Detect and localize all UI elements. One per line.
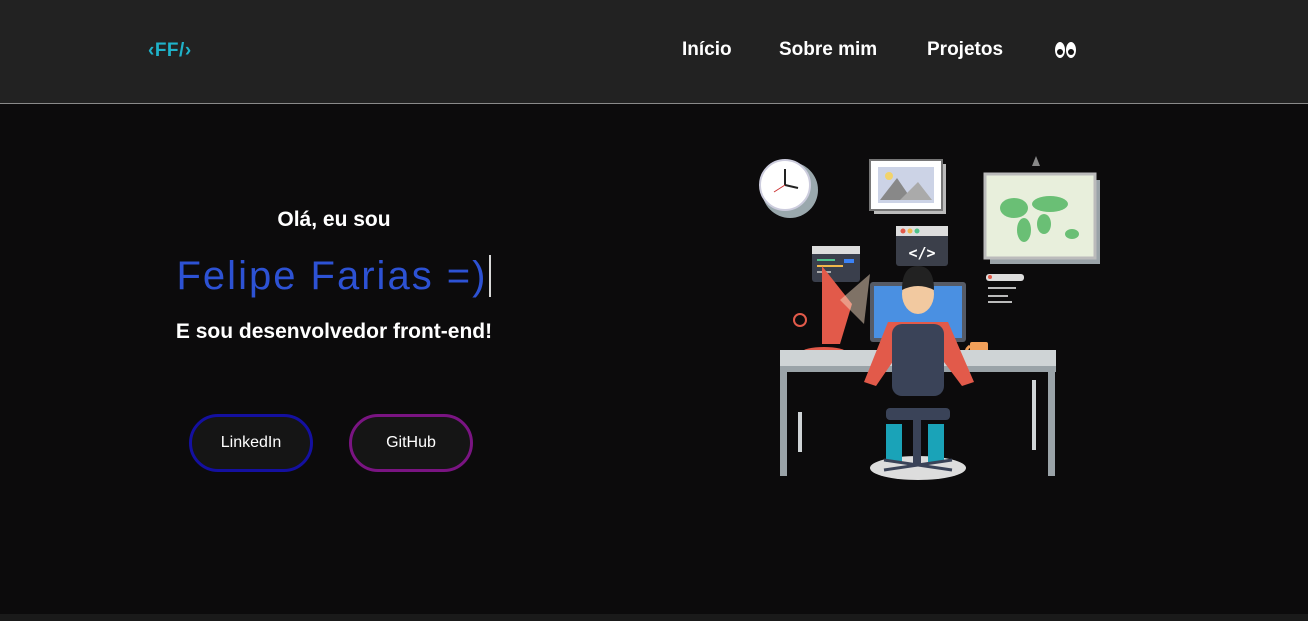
developer-illustration: </>	[752, 154, 1112, 489]
code-panel-icon	[812, 246, 860, 282]
code-window-icon: </>	[896, 226, 948, 266]
world-map-icon	[983, 156, 1100, 264]
site-header: ‹FF/› Início Sobre mim Projetos	[0, 0, 1308, 104]
site-logo[interactable]: ‹FF/›	[148, 40, 192, 62]
typing-caret	[489, 255, 492, 297]
nav-link-projects[interactable]: Projetos	[927, 39, 1003, 61]
nav-link-home[interactable]: Início	[682, 39, 732, 61]
picture-frame-icon	[869, 159, 946, 214]
hero-section: Olá, eu sou Felipe Farias =) E sou desen…	[0, 104, 1308, 614]
clock-icon	[759, 159, 818, 218]
hero-role: E sou desenvolvedor front-end!	[175, 320, 493, 343]
eyes-icon[interactable]	[1054, 40, 1078, 60]
github-button[interactable]: GitHub	[349, 414, 473, 472]
hero-name-text: Felipe Farias =)	[176, 254, 488, 298]
svg-text:</>: </>	[908, 244, 935, 262]
code-snippet-icon	[986, 274, 1024, 303]
hero-name: Felipe Farias =)	[0, 254, 668, 299]
nav-link-about[interactable]: Sobre mim	[779, 39, 877, 61]
hero-greeting: Olá, eu sou	[277, 208, 391, 231]
linkedin-button[interactable]: LinkedIn	[189, 414, 313, 472]
page-bottom-strip	[0, 614, 1308, 621]
